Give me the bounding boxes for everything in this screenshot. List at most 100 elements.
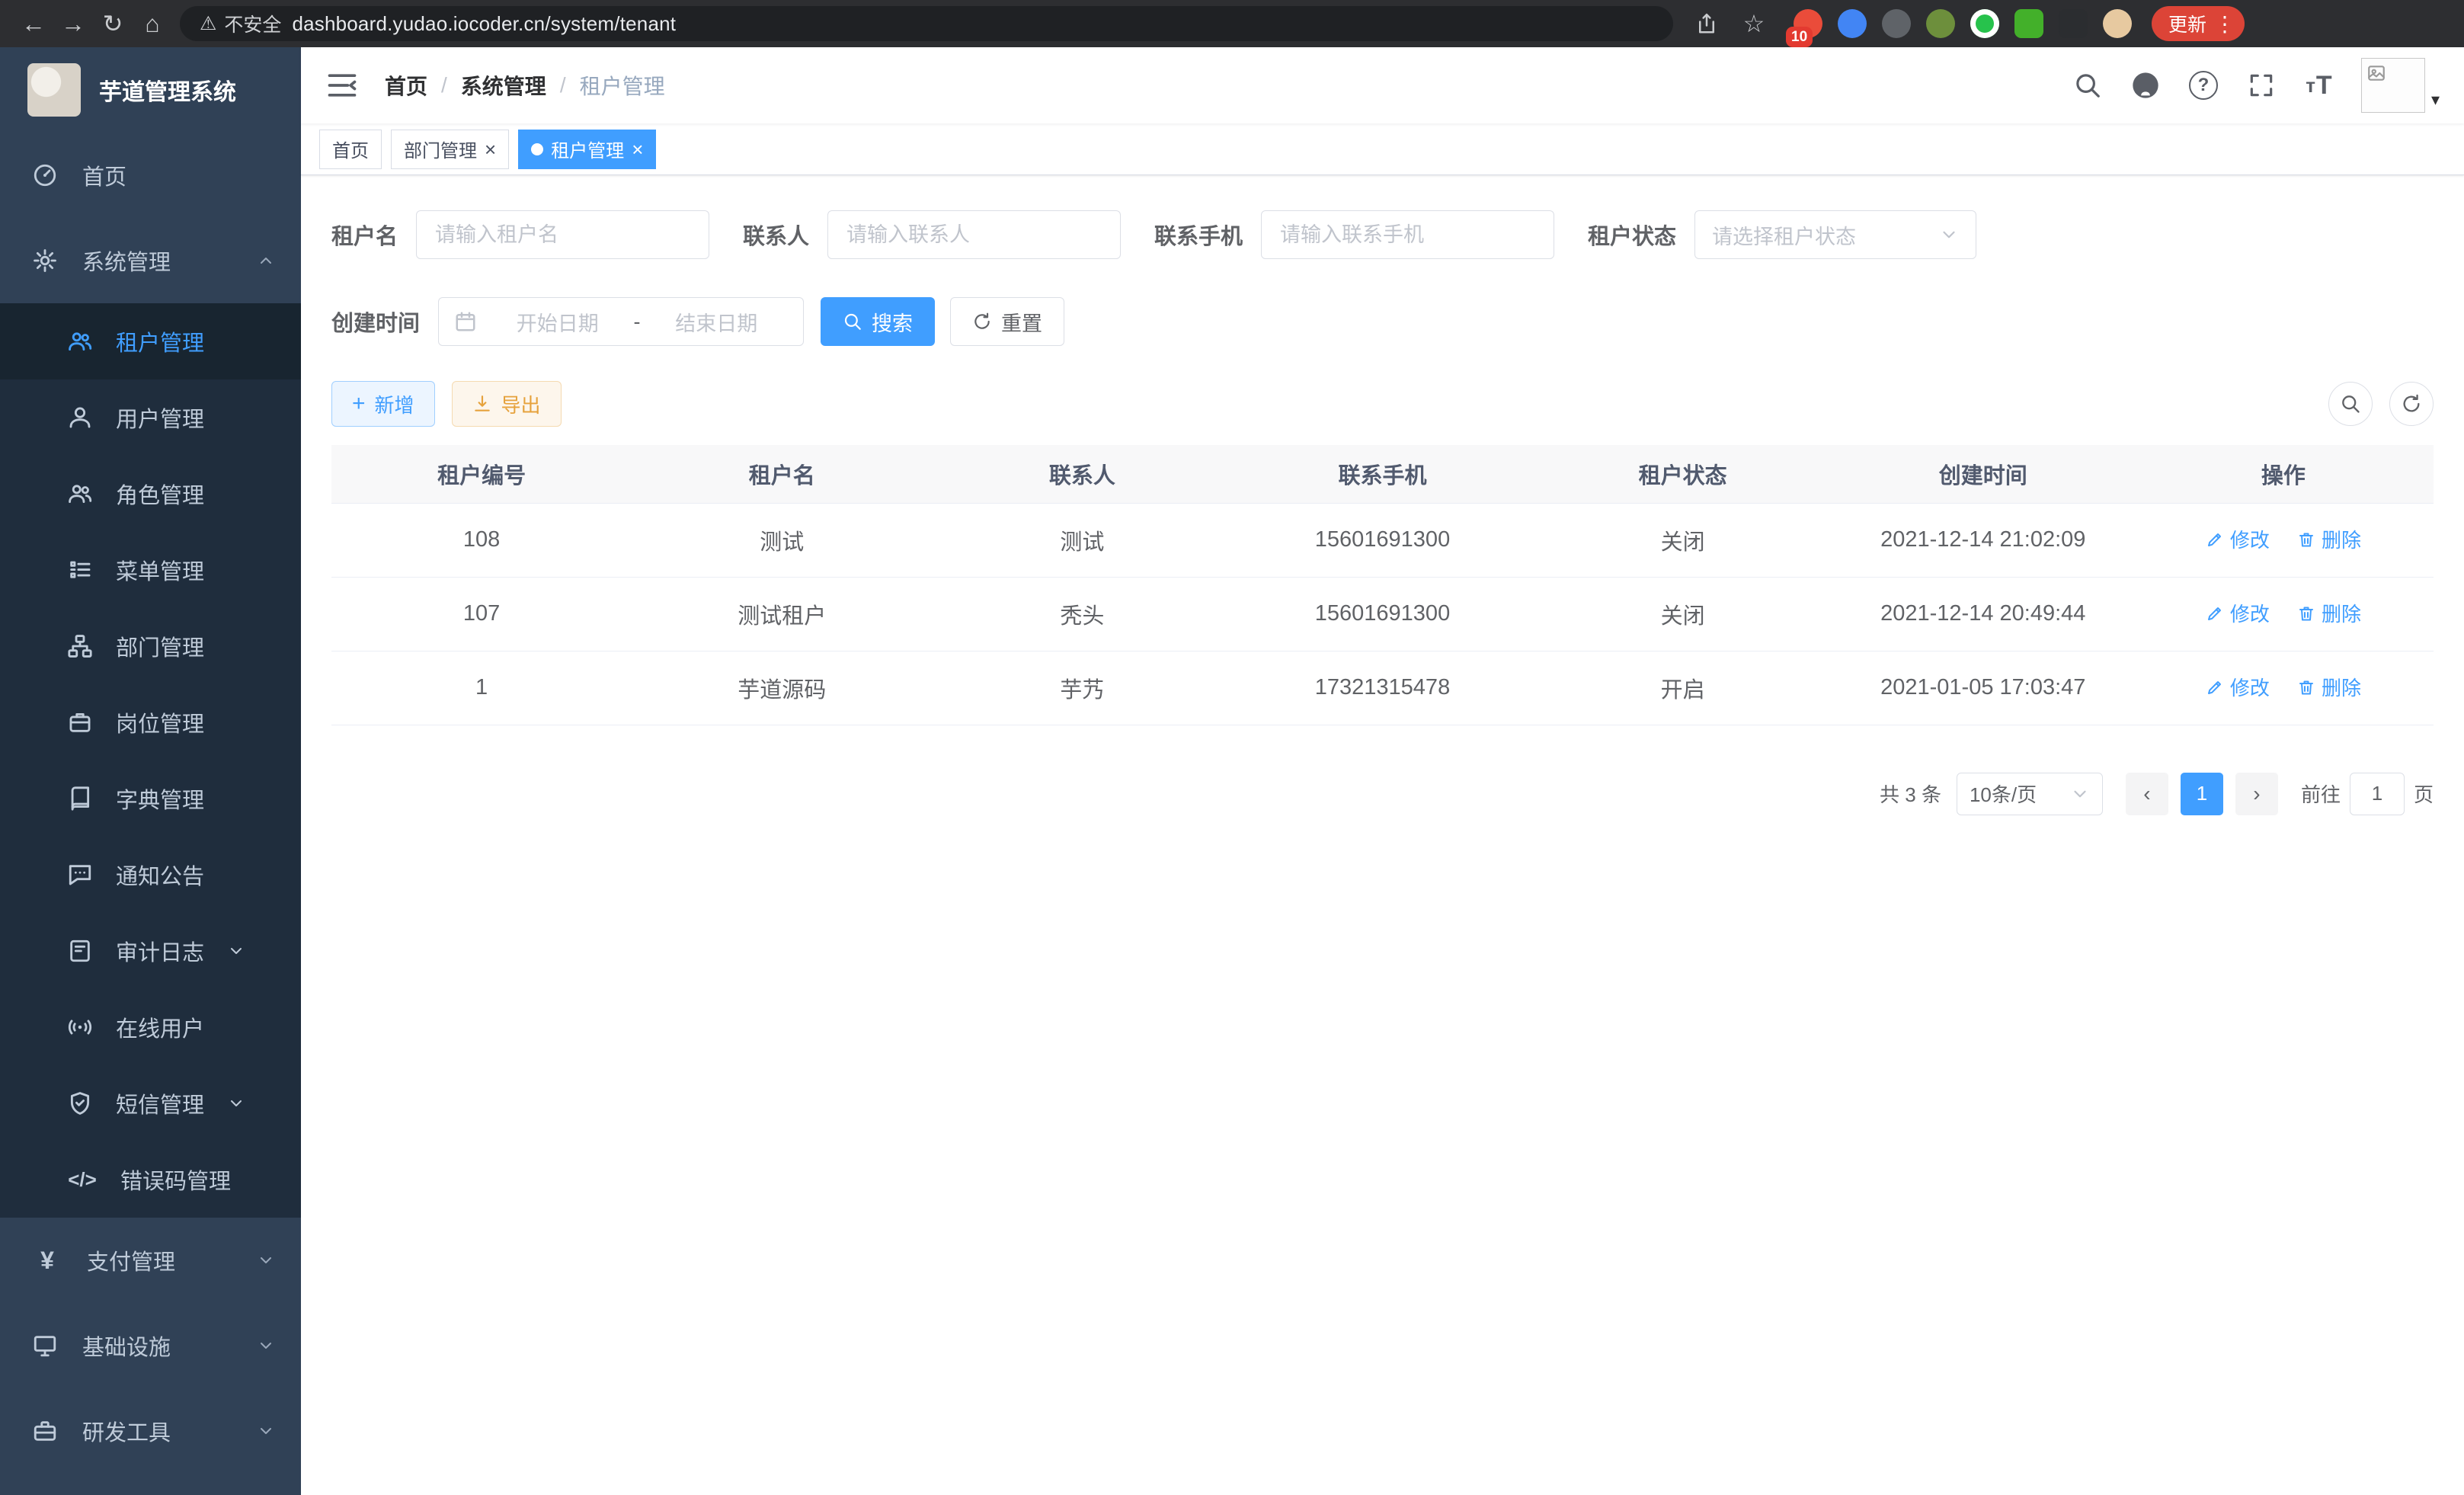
chevron-down-icon <box>257 1251 275 1269</box>
prev-page-button[interactable]: ‹ <box>2126 773 2168 815</box>
breadcrumb-current: 租户管理 <box>580 70 665 101</box>
date-range-picker[interactable]: 开始日期 - 结束日期 <box>438 297 804 346</box>
reset-button[interactable]: 重置 <box>950 297 1064 346</box>
sidebar-item-tenant[interactable]: 租户管理 <box>0 303 301 379</box>
extension-icon[interactable] <box>1882 9 1911 38</box>
delete-link[interactable]: 删除 <box>2297 599 2361 627</box>
edit-link[interactable]: 修改 <box>2206 525 2270 553</box>
back-icon[interactable]: ← <box>14 5 53 42</box>
refresh-icon <box>972 312 992 331</box>
search-button[interactable]: 搜索 <box>821 297 935 346</box>
sidebar-item-dept[interactable]: 部门管理 <box>0 608 301 684</box>
chrome-update-button[interactable]: 更新 ⋮ <box>2152 6 2245 41</box>
breadcrumb: 首页 / 系统管理 / 租户管理 <box>385 70 665 101</box>
extension-icon[interactable] <box>1970 9 1999 38</box>
status-select[interactable]: 请选择租户状态 <box>1694 210 1976 259</box>
security-warning[interactable]: ⚠ 不安全 <box>200 10 281 37</box>
edit-link[interactable]: 修改 <box>2206 673 2270 701</box>
date-separator: - <box>629 310 645 334</box>
address-bar[interactable]: ⚠ 不安全 dashboard.yudao.iocoder.cn/system/… <box>180 6 1673 41</box>
sidebar-item-audit-log[interactable]: 审计日志 <box>0 913 301 989</box>
add-button[interactable]: + 新增 <box>331 381 435 427</box>
sidebar-item-devtools[interactable]: 研发工具 <box>0 1388 301 1474</box>
col-contact: 联系人 <box>932 445 1232 503</box>
sidebar-item-notice[interactable]: 通知公告 <box>0 837 301 913</box>
sidebar-item-online-user[interactable]: 在线用户 <box>0 989 301 1065</box>
bookmark-star-icon[interactable]: ☆ <box>1734 5 1774 42</box>
tab-home[interactable]: 首页 <box>319 130 382 169</box>
sidebar-item-post[interactable]: 岗位管理 <box>0 684 301 760</box>
goto-page-input[interactable] <box>2350 773 2405 815</box>
delete-link[interactable]: 删除 <box>2297 673 2361 701</box>
close-icon[interactable]: × <box>485 139 496 159</box>
goto-label: 前往 <box>2301 780 2341 808</box>
extension-icon[interactable] <box>1838 9 1867 38</box>
phone-label: 联系手机 <box>1154 219 1243 251</box>
user-avatar-menu[interactable]: ▾ <box>2361 58 2440 113</box>
col-tenant-name: 租户名 <box>632 445 932 503</box>
breadcrumb-home[interactable]: 首页 <box>385 70 427 101</box>
breadcrumb-separator: / <box>441 73 447 98</box>
tenant-name-label: 租户名 <box>331 219 398 251</box>
edit-link[interactable]: 修改 <box>2206 599 2270 627</box>
sidebar-item-payment[interactable]: ¥ 支付管理 <box>0 1218 301 1303</box>
col-status: 租户状态 <box>1533 445 1833 503</box>
table-toolbar: + 新增 导出 <box>331 381 2434 427</box>
extension-icon[interactable] <box>1926 9 1955 38</box>
export-button[interactable]: 导出 <box>452 381 562 427</box>
refresh-table-button[interactable] <box>2389 382 2434 426</box>
next-page-button[interactable]: › <box>2235 773 2278 815</box>
page-number-button[interactable]: 1 <box>2181 773 2223 815</box>
extension-icon[interactable] <box>2103 9 2132 38</box>
contact-input[interactable] <box>827 210 1121 259</box>
page-size-select[interactable]: 10条/页 <box>1957 773 2103 815</box>
table-header-row: 租户编号 租户名 联系人 联系手机 租户状态 创建时间 操作 <box>331 445 2434 503</box>
tab-dept[interactable]: 部门管理 × <box>391 130 509 169</box>
status-label: 租户状态 <box>1588 219 1676 251</box>
font-size-icon[interactable]: тT <box>2303 69 2335 101</box>
gear-icon <box>32 248 58 274</box>
sidebar-item-menu[interactable]: 菜单管理 <box>0 532 301 608</box>
reload-icon[interactable]: ↻ <box>93 5 133 42</box>
toggle-search-button[interactable] <box>2328 382 2373 426</box>
org-tree-icon <box>67 633 93 659</box>
fullscreen-icon[interactable] <box>2245 69 2277 101</box>
navbar: 首页 / 系统管理 / 租户管理 ? тT ▾ <box>301 47 2464 123</box>
pencil-icon <box>2206 678 2224 696</box>
extension-icon[interactable]: 10 <box>1794 9 1822 38</box>
app-logo-row[interactable]: 芋道管理系统 <box>0 47 301 133</box>
forward-icon[interactable]: → <box>53 5 93 42</box>
app-logo <box>27 63 81 117</box>
header-search-icon[interactable] <box>2072 69 2104 101</box>
extension-icon[interactable] <box>2014 9 2043 38</box>
sidebar-item-sms[interactable]: 短信管理 <box>0 1065 301 1141</box>
sidebar-item-infra[interactable]: 基础设施 <box>0 1303 301 1388</box>
table-row: 1 芋道源码 芋艿 17321315478 开启 2021-01-05 17:0… <box>331 651 2434 725</box>
sidebar-item-system[interactable]: 系统管理 <box>0 218 301 303</box>
sidebar-item-role[interactable]: 角色管理 <box>0 456 301 532</box>
chevron-down-icon <box>227 1094 245 1112</box>
delete-link[interactable]: 删除 <box>2297 525 2361 553</box>
tab-tenant[interactable]: 租户管理 × <box>518 130 656 169</box>
phone-input[interactable] <box>1261 210 1554 259</box>
close-icon[interactable]: × <box>632 139 643 159</box>
kebab-menu-icon[interactable]: ⋮ <box>2214 11 2235 37</box>
tenant-name-input[interactable] <box>416 210 709 259</box>
monitor-icon <box>32 1333 58 1359</box>
app-title: 芋道管理系统 <box>99 73 236 107</box>
col-phone: 联系手机 <box>1232 445 1532 503</box>
sidebar-item-home[interactable]: 首页 <box>0 133 301 218</box>
breadcrumb-system[interactable]: 系统管理 <box>461 70 546 101</box>
goto-unit: 页 <box>2414 780 2434 808</box>
chevron-down-icon <box>257 1337 275 1355</box>
hamburger-icon[interactable] <box>325 69 359 102</box>
github-icon[interactable] <box>2130 69 2162 101</box>
share-icon[interactable] <box>1687 5 1726 42</box>
sidebar-item-dict[interactable]: 字典管理 <box>0 760 301 837</box>
pagination: 共 3 条 10条/页 ‹ 1 › 前往 页 <box>331 773 2434 815</box>
extension-icon[interactable] <box>2059 9 2088 38</box>
home-icon[interactable]: ⌂ <box>133 5 172 42</box>
help-icon[interactable]: ? <box>2187 69 2219 101</box>
sidebar-item-user[interactable]: 用户管理 <box>0 379 301 456</box>
sidebar-item-error-code[interactable]: </> 错误码管理 <box>0 1141 301 1218</box>
